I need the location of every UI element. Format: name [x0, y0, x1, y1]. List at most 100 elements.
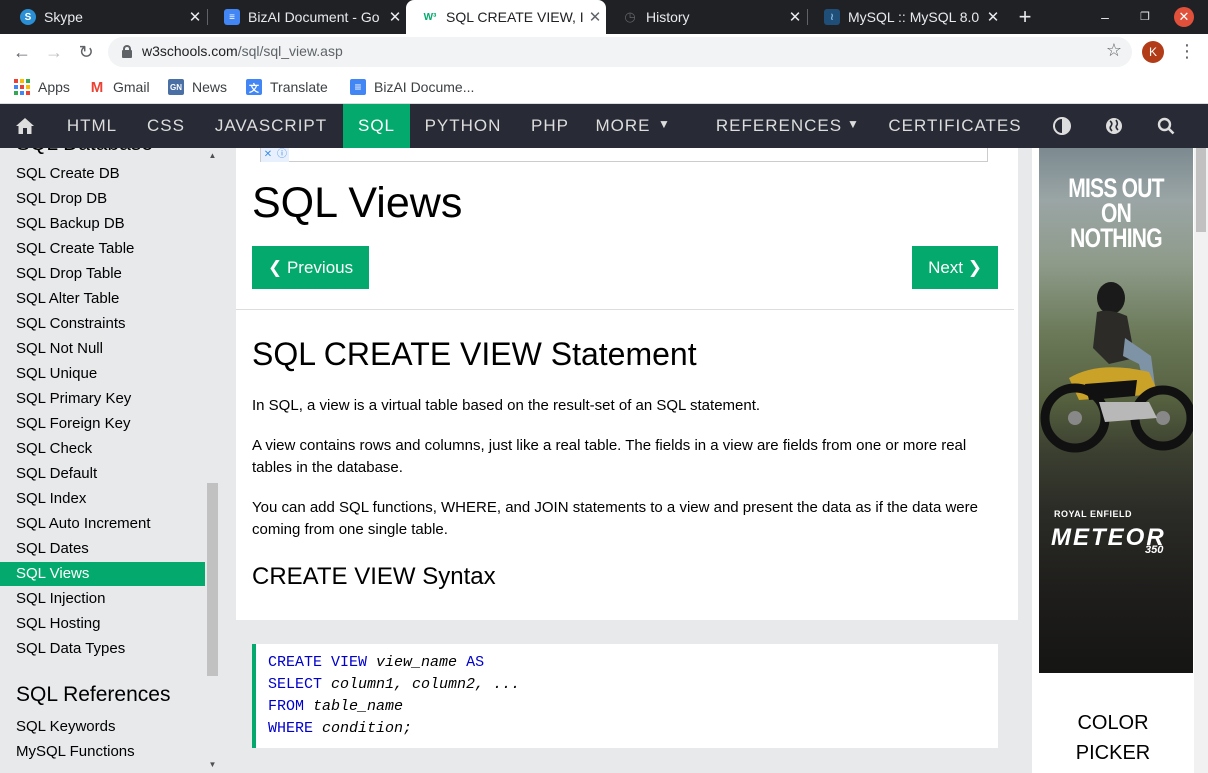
- code-line: FROM table_name: [268, 698, 404, 715]
- divider: [236, 309, 1014, 310]
- back-arrow-icon[interactable]: ←: [9, 39, 35, 65]
- window-close-icon[interactable]: ✕: [1174, 7, 1194, 27]
- royal-enfield-ad[interactable]: MISS OUT ON NOTHING ROYAL ENFIELD METEOR…: [1039, 148, 1193, 673]
- close-icon[interactable]: ✕: [384, 8, 406, 26]
- new-tab-button[interactable]: +: [1013, 4, 1037, 30]
- nav-css[interactable]: CSS: [134, 104, 198, 148]
- sidebar-item-sql-dates[interactable]: SQL Dates: [0, 537, 205, 561]
- minimize-icon[interactable]: –: [1090, 0, 1120, 34]
- paragraph-2: A view contains rows and columns, just l…: [252, 437, 967, 476]
- forward-arrow-icon[interactable]: →: [41, 39, 67, 65]
- sidebar-scroll-thumb[interactable]: [207, 483, 218, 676]
- ad-info-icon[interactable]: ⓘ: [275, 148, 289, 162]
- tab-title: History: [646, 9, 690, 25]
- sidebar-item-sql-create-table[interactable]: SQL Create Table: [0, 237, 205, 261]
- sidebar-scrollbar[interactable]: ▲ ▼: [206, 148, 219, 773]
- nav-references[interactable]: REFERENCES: [708, 104, 850, 148]
- tab-title: MySQL :: MySQL 8.0: [848, 9, 980, 25]
- sidebar-item-sql-create-db[interactable]: SQL Create DB: [0, 162, 205, 186]
- w3schools-icon: W³: [423, 11, 437, 23]
- url-text[interactable]: w3schools.com/sql/sql_view.asp: [142, 43, 343, 59]
- code-example-box: CREATE VIEW view_name AS SELECT column1,…: [232, 620, 1018, 773]
- home-icon[interactable]: [0, 104, 50, 148]
- history-icon: ◷: [624, 9, 636, 24]
- bookmark-star-icon[interactable]: ☆: [1106, 40, 1122, 61]
- caret-down-icon: ▼: [658, 117, 670, 131]
- ad-model-number: 350: [1145, 544, 1164, 556]
- close-icon[interactable]: ✕: [184, 8, 206, 26]
- globe-icon[interactable]: [1094, 104, 1134, 148]
- bookmark-gmail[interactable]: M Gmail: [89, 76, 150, 98]
- search-icon[interactable]: [1146, 104, 1186, 148]
- nav-html[interactable]: HTML: [54, 104, 130, 148]
- profile-avatar[interactable]: K: [1142, 41, 1164, 63]
- nav-certificates[interactable]: CERTIFICATES: [880, 104, 1030, 148]
- caret-down-icon: ▼: [847, 117, 859, 131]
- sidebar-item-sql-default[interactable]: SQL Default: [0, 462, 205, 486]
- tab-bizai-document[interactable]: ≡ BizAI Document - Go ✕: [208, 0, 406, 34]
- reload-icon[interactable]: ↻: [73, 39, 99, 65]
- sidebar-item-sql-constraints[interactable]: SQL Constraints: [0, 312, 205, 336]
- sidebar-item-sql-data-types[interactable]: SQL Data Types: [0, 637, 205, 661]
- restore-icon[interactable]: ❐: [1130, 0, 1160, 34]
- sidebar-item-sql-views[interactable]: SQL Views: [0, 562, 205, 586]
- code-block: CREATE VIEW view_name AS SELECT column1,…: [252, 644, 998, 748]
- ad-model: METEOR: [1051, 524, 1166, 551]
- scroll-down-arrow-icon[interactable]: ▼: [207, 760, 218, 769]
- sidebar-item-sql-auto-increment[interactable]: SQL Auto Increment: [0, 512, 205, 536]
- close-icon[interactable]: ✕: [584, 8, 606, 26]
- apps-grid-icon: [14, 79, 30, 95]
- right-column: MISS OUT ON NOTHING ROYAL ENFIELD METEOR…: [1032, 148, 1194, 773]
- page-title: SQL Views: [252, 179, 463, 227]
- w3-top-navigation: HTML CSS JAVASCRIPT SQL PYTHON PHP MORE …: [0, 104, 1208, 148]
- code-line: CREATE VIEW view_name AS: [268, 654, 485, 671]
- mysql-icon: ≀: [824, 9, 840, 25]
- bookmark-news[interactable]: GN News: [168, 76, 227, 98]
- tab-skype[interactable]: S Skype ✕: [4, 0, 206, 34]
- scroll-up-arrow-icon[interactable]: ▲: [207, 151, 218, 160]
- tab-history[interactable]: ◷ History ✕: [606, 0, 806, 34]
- nav-sql[interactable]: SQL: [343, 104, 410, 148]
- sidebar-item-mysql-functions[interactable]: MySQL Functions: [0, 740, 205, 764]
- bookmark-bizai-document[interactable]: ≡ BizAI Docume...: [350, 76, 474, 98]
- sidebar-item-sql-index[interactable]: SQL Index: [0, 487, 205, 511]
- lock-icon: [122, 45, 132, 58]
- next-button[interactable]: Next ❯: [912, 246, 998, 289]
- nav-python[interactable]: PYTHON: [414, 104, 512, 148]
- translate-icon: 文: [246, 79, 262, 95]
- paragraph-1: In SQL, a view is a virtual table based …: [252, 397, 761, 414]
- close-icon[interactable]: ✕: [982, 8, 1004, 26]
- bookmark-apps[interactable]: Apps: [14, 76, 70, 98]
- address-bar[interactable]: w3schools.com/sql/sql_view.asp ☆: [108, 37, 1132, 67]
- top-ad-strip: ✕ ⓘ: [260, 148, 988, 162]
- sidebar-item-sql-alter-table[interactable]: SQL Alter Table: [0, 287, 205, 311]
- sidebar-item-sql-unique[interactable]: SQL Unique: [0, 362, 205, 386]
- sidebar-item-sql-drop-table[interactable]: SQL Drop Table: [0, 262, 205, 286]
- sidebar-item-sql-backup-db[interactable]: SQL Backup DB: [0, 212, 205, 236]
- previous-button[interactable]: ❮ Previous: [252, 246, 370, 289]
- gmail-icon: M: [90, 78, 104, 96]
- nav-php[interactable]: PHP: [518, 104, 582, 148]
- nav-more[interactable]: MORE: [590, 104, 656, 148]
- tab-sql-create-view[interactable]: W³ SQL CREATE VIEW, I ✕: [406, 0, 606, 34]
- close-icon[interactable]: ✕: [784, 8, 806, 26]
- sidebar-item-sql-hosting[interactable]: SQL Hosting: [0, 612, 205, 636]
- page-scrollbar[interactable]: [1194, 148, 1208, 773]
- page-scroll-thumb[interactable]: [1196, 148, 1206, 232]
- ad-close-icon[interactable]: ✕: [261, 148, 275, 162]
- sidebar-item-sql-not-null[interactable]: SQL Not Null: [0, 337, 205, 361]
- google-docs-icon: ≡: [350, 79, 366, 95]
- sidebar-item-sql-primary-key[interactable]: SQL Primary Key: [0, 387, 205, 411]
- sidebar-item-sql-keywords[interactable]: SQL Keywords: [0, 715, 205, 739]
- nav-javascript[interactable]: JAVASCRIPT: [202, 104, 340, 148]
- sidebar-item-sql-check[interactable]: SQL Check: [0, 437, 205, 461]
- sidebar-item-sql-injection[interactable]: SQL Injection: [0, 587, 205, 611]
- tab-mysql[interactable]: ≀ MySQL :: MySQL 8.0 ✕: [808, 0, 1004, 34]
- sidebar-item-sql-drop-db[interactable]: SQL Drop DB: [0, 187, 205, 211]
- ad-brand: ROYAL ENFIELD: [1054, 509, 1133, 519]
- code-line: WHERE condition;: [268, 720, 413, 737]
- browser-menu-icon[interactable]: ⋮: [1178, 40, 1196, 62]
- contrast-icon[interactable]: [1042, 104, 1082, 148]
- bookmark-translate[interactable]: 文 Translate: [246, 76, 328, 98]
- sidebar-item-sql-foreign-key[interactable]: SQL Foreign Key: [0, 412, 205, 436]
